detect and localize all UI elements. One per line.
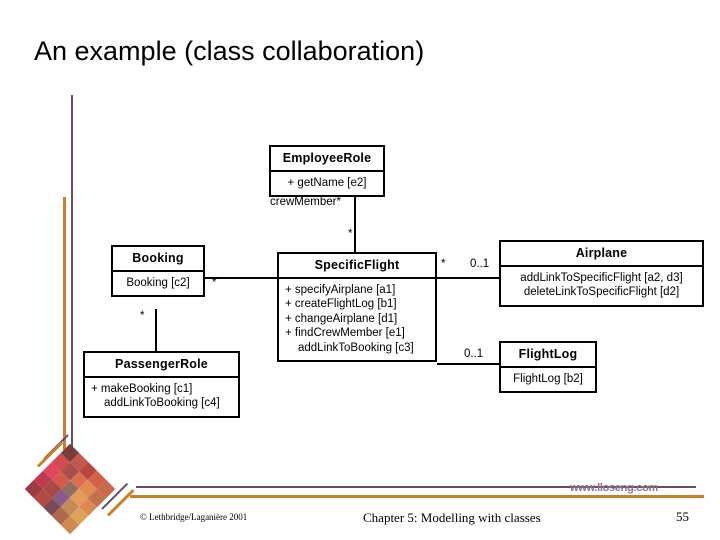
uml-class-airplane[interactable]: Airplane addLinkToSpecificFlight [a2, d3…	[499, 240, 704, 307]
class-operations-specific-flight: + specifyAirplane [a1] + createFlightLog…	[279, 279, 435, 360]
operation-item: + findCrewMember [e1]	[285, 327, 405, 340]
uml-class-passenger-role[interactable]: PassengerRole + makeBooking [c1] addLink…	[83, 351, 240, 418]
site-url-label: www.lloseng.com	[570, 482, 658, 494]
multiplicity-booking-to-flight: *	[212, 277, 217, 289]
multiplicity-airplane: 0..1	[470, 258, 490, 270]
footer-copyright: © Lethbridge/Laganière 2001	[140, 512, 248, 522]
connector-employee-to-specificflight	[354, 196, 356, 258]
footer-page-number: 55	[676, 509, 689, 524]
connector-booking-to-passengerrole	[155, 309, 157, 351]
class-operations-flight-log: FlightLog [b2]	[501, 368, 595, 391]
class-name-passenger-role: PassengerRole	[85, 353, 238, 378]
multiplicity-booking-to-passenger: *	[140, 310, 145, 322]
decorative-rail-orange-vertical	[63, 197, 66, 450]
operation-item: addLinkToBooking [c4]	[104, 397, 220, 410]
class-name-specific-flight: SpecificFlight	[279, 254, 435, 279]
uml-class-specific-flight[interactable]: SpecificFlight + specifyAirplane [a1] + …	[277, 252, 437, 363]
class-name-employee-role: EmployeeRole	[271, 147, 383, 172]
class-name-airplane: Airplane	[501, 242, 702, 267]
operation-item: + getName [e2]	[287, 177, 367, 189]
operation-item: Booking [c2]	[126, 277, 190, 289]
operation-item: + createFlightLog [b1]	[285, 298, 397, 311]
connector-specificflight-to-airplane	[437, 277, 499, 279]
operation-item: addLinkToSpecificFlight [a2, d3]	[520, 272, 683, 284]
class-name-flight-log: FlightLog	[501, 343, 595, 368]
class-operations-employee-role: + getName [e2]	[271, 172, 383, 195]
uml-class-booking[interactable]: Booking Booking [c2]	[111, 245, 205, 298]
class-operations-passenger-role: + makeBooking [c1] addLinkToBooking [c4]	[85, 378, 238, 416]
operation-item: + changeAirplane [d1]	[285, 312, 398, 325]
connector-specificflight-to-flightlog	[437, 363, 499, 365]
multiplicity-flightlog: 0..1	[464, 348, 484, 360]
operation-item: + makeBooking [c1]	[91, 383, 193, 395]
class-operations-booking: Booking [c2]	[113, 272, 203, 295]
multiplicity-flight-to-airplane: *	[441, 258, 446, 270]
page-title: An example (class collaboration)	[34, 36, 425, 66]
role-label-crew-member: crewMember*	[270, 196, 341, 208]
decorative-rail-orange-horizontal	[130, 495, 704, 498]
quilt-grid	[24, 443, 116, 535]
operation-item: + specifyAirplane [a1]	[285, 284, 396, 296]
class-operations-airplane: addLinkToSpecificFlight [a2, d3] deleteL…	[501, 267, 702, 305]
slide-canvas: An example (class collaboration) crewMem…	[0, 0, 720, 540]
operation-item: deleteLinkToSpecificFlight [d2]	[523, 286, 680, 299]
uml-class-employee-role[interactable]: EmployeeRole + getName [e2]	[269, 145, 385, 198]
multiplicity-employee-to-flight: *	[348, 228, 353, 240]
quilt-logo	[24, 443, 116, 535]
operation-item: addLinkToBooking [c3]	[298, 341, 414, 354]
footer-chapter-title: Chapter 5: Modelling with classes	[363, 510, 541, 525]
operation-item: FlightLog [b2]	[513, 373, 583, 385]
decorative-rail-purple-vertical	[71, 95, 73, 450]
uml-class-flight-log[interactable]: FlightLog FlightLog [b2]	[499, 341, 597, 394]
class-name-booking: Booking	[113, 247, 203, 272]
